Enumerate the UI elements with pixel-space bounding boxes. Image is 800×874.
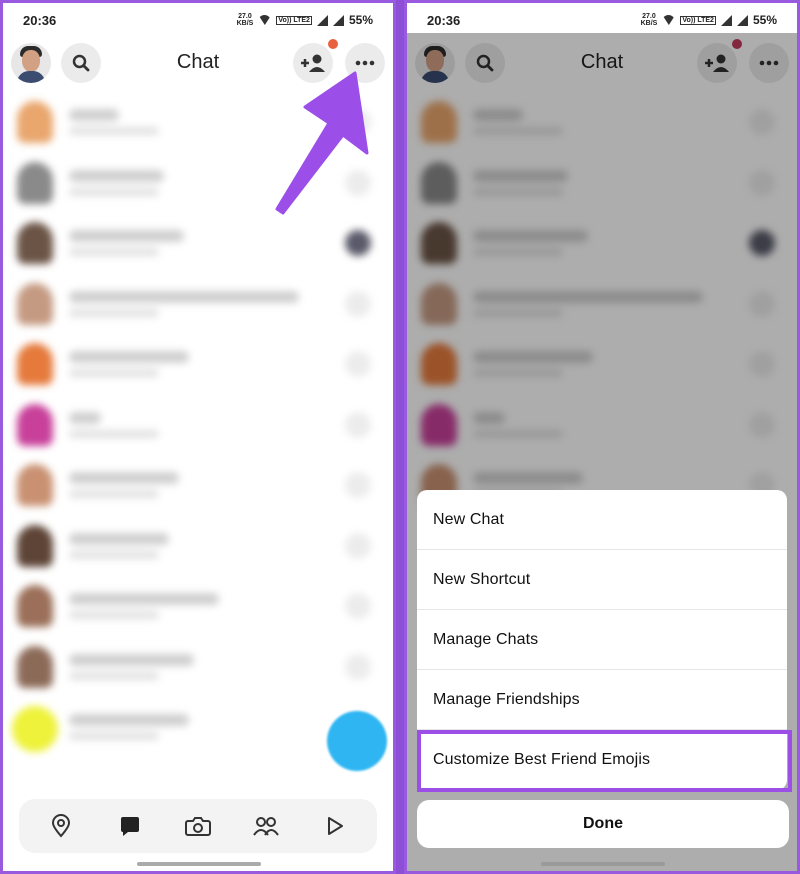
home-indicator [541, 862, 665, 866]
menu-item-manage-chats[interactable]: Manage Chats [417, 610, 787, 670]
menu-item-manage-friendships[interactable]: Manage Friendships [417, 670, 787, 730]
status-time: 20:36 [23, 12, 57, 28]
nav-map[interactable] [47, 812, 75, 840]
camera-icon [184, 817, 211, 836]
network-speed: 27.0 [642, 13, 656, 20]
network-speed: 27.0 [238, 13, 252, 20]
list-item[interactable] [3, 333, 393, 394]
status-bar: 20:36 27.0 KB/S Vo)) LTE2 55% [407, 3, 797, 37]
list-item[interactable] [3, 273, 393, 334]
left-screenshot: 20:36 27.0 KB/S Vo)) LTE2 55% Chat [0, 0, 396, 874]
wifi-icon [258, 15, 272, 25]
signal-icon-2 [332, 14, 344, 26]
new-chat-fab[interactable] [327, 711, 387, 771]
lte-badge: Vo)) LTE2 [276, 15, 312, 25]
battery-level: 55% [348, 13, 373, 27]
menu-item-new-shortcut[interactable]: New Shortcut [417, 550, 787, 610]
highlight-box [417, 730, 792, 792]
list-item[interactable] [3, 515, 393, 576]
nav-camera[interactable] [184, 812, 212, 840]
network-speed-unit: KB/S [640, 20, 658, 27]
list-item[interactable] [3, 454, 393, 515]
list-item[interactable] [3, 575, 393, 636]
nav-friends[interactable] [252, 812, 280, 840]
signal-icon-2 [736, 14, 748, 26]
friends-icon [253, 817, 280, 836]
battery-level: 55% [752, 13, 777, 27]
signal-icon [720, 14, 732, 26]
status-time: 20:36 [427, 12, 461, 28]
bottom-nav [19, 799, 377, 853]
chat-bubble-icon [120, 817, 139, 836]
map-pin-icon [52, 814, 71, 838]
list-item[interactable] [3, 394, 393, 455]
wifi-icon [662, 15, 676, 25]
play-icon [327, 817, 343, 835]
menu-item-new-chat[interactable]: New Chat [417, 490, 787, 550]
right-screenshot: 20:36 27.0 KB/S Vo)) LTE2 55% Chat New C… [404, 0, 800, 874]
nav-chat[interactable] [116, 812, 144, 840]
status-bar: 20:36 27.0 KB/S Vo)) LTE2 55% [3, 3, 393, 37]
more-icon [355, 60, 375, 66]
network-speed-unit: KB/S [236, 20, 254, 27]
list-item[interactable] [3, 636, 393, 697]
annotation-arrow-icon [275, 71, 369, 215]
signal-icon [316, 14, 328, 26]
list-item[interactable] [3, 212, 393, 273]
lte-badge: Vo)) LTE2 [680, 15, 716, 25]
notification-badge [328, 39, 338, 49]
nav-spotlight[interactable] [321, 812, 349, 840]
done-button[interactable]: Done [417, 800, 789, 848]
home-indicator [137, 862, 261, 866]
